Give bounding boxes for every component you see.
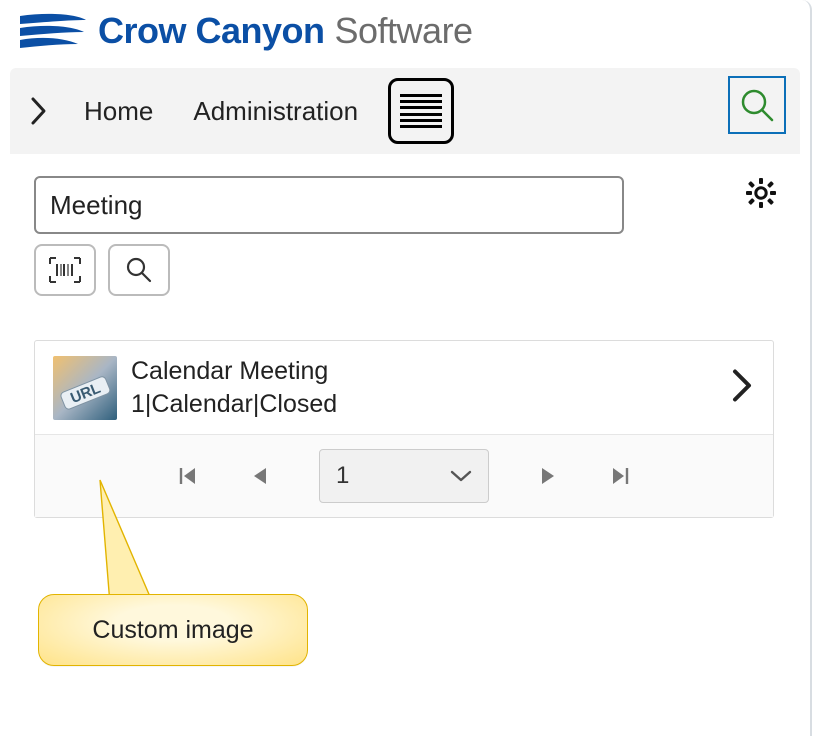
barcode-icon <box>48 256 82 284</box>
brand-logo: Crow Canyon Software <box>0 0 810 56</box>
nav-administration[interactable]: Administration <box>183 90 368 133</box>
global-search-button[interactable] <box>728 76 786 134</box>
search-icon <box>738 86 776 124</box>
brand-wing-icon <box>18 10 88 52</box>
menu-button[interactable] <box>388 78 454 144</box>
search-icon <box>124 255 154 285</box>
next-icon <box>539 466 557 486</box>
pager-last-button[interactable] <box>607 463 633 489</box>
chevron-right-icon <box>731 367 753 408</box>
result-thumbnail: URL <box>53 356 117 420</box>
results-panel: URL Calendar Meeting 1|Calendar|Closed <box>34 340 774 518</box>
annotation-callout: Custom image <box>38 594 308 666</box>
annotation-label: Custom image <box>92 616 253 645</box>
breadcrumb-expand-button[interactable] <box>24 86 54 136</box>
skip-first-icon <box>177 465 199 487</box>
result-row[interactable]: URL Calendar Meeting 1|Calendar|Closed <box>35 341 773 435</box>
pagination: 1 <box>35 435 773 517</box>
gear-icon <box>746 178 776 208</box>
pager-current-page: 1 <box>336 462 349 490</box>
pager-first-button[interactable] <box>175 463 201 489</box>
brand-name-primary: Crow Canyon <box>98 10 325 52</box>
chevron-right-icon <box>30 96 48 126</box>
chevron-down-icon <box>450 469 472 483</box>
top-navigation: Home Administration <box>10 68 800 154</box>
hamburger-icon <box>400 94 442 128</box>
search-button[interactable] <box>108 244 170 296</box>
prev-icon <box>251 466 269 486</box>
result-subtitle: 1|Calendar|Closed <box>131 388 337 421</box>
skip-last-icon <box>609 465 631 487</box>
pager-page-select[interactable]: 1 <box>319 449 489 503</box>
pager-prev-button[interactable] <box>247 463 273 489</box>
barcode-scan-button[interactable] <box>34 244 96 296</box>
settings-button[interactable] <box>746 178 776 213</box>
nav-home[interactable]: Home <box>74 90 163 133</box>
pager-next-button[interactable] <box>535 463 561 489</box>
result-title: Calendar Meeting <box>131 355 337 388</box>
search-input[interactable] <box>34 176 624 234</box>
brand-name-secondary: Software <box>335 10 473 52</box>
